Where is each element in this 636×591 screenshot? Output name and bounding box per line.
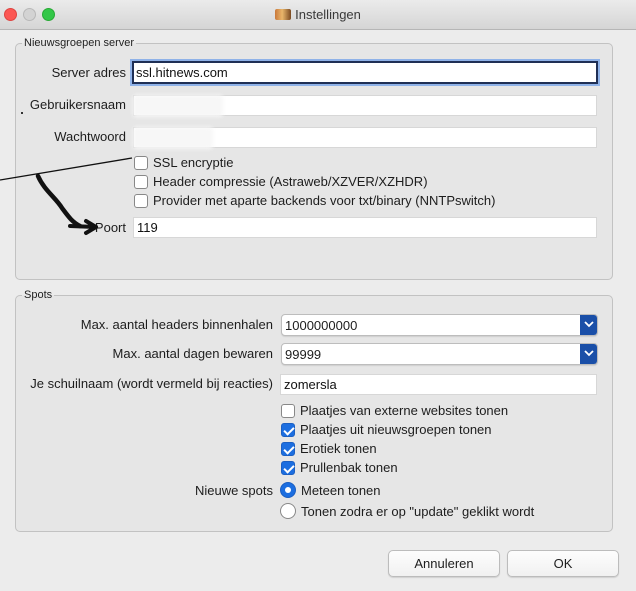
server-group-legend: Nieuwsgroepen server [24, 37, 135, 49]
newsgroup-images-checkbox-box[interactable] [281, 422, 295, 437]
ssl-checkbox-label: SSL encryptie [153, 155, 234, 170]
window-title: Instellingen [0, 7, 636, 22]
redacted-password [133, 127, 213, 149]
erotica-checkbox-label: Erotiek tonen [300, 441, 377, 456]
show-immediately-radio[interactable]: Meteen tonen [280, 482, 381, 498]
newsgroup-images-checkbox-label: Plaatjes uit nieuwsgroepen tonen [300, 422, 492, 437]
show-on-update-radio-label: Tonen zodra er op "update" geklikt wordt [301, 503, 535, 519]
header-compression-checkbox[interactable]: Header compressie (Astraweb/XZVER/XZHDR) [134, 174, 428, 189]
header-compression-checkbox-label: Header compressie (Astraweb/XZVER/XZHDR) [153, 174, 428, 189]
newsgroup-images-checkbox[interactable]: Plaatjes uit nieuwsgroepen tonen [281, 422, 492, 437]
server-address-label: Server adres [51, 65, 126, 80]
show-immediately-radio-label: Meteen tonen [301, 482, 381, 498]
external-images-checkbox-label: Plaatjes van externe websites tonen [300, 403, 509, 418]
external-images-checkbox[interactable]: Plaatjes van externe websites tonen [281, 403, 508, 418]
show-immediately-radio-dot[interactable] [280, 482, 296, 498]
chevron-down-icon[interactable] [580, 344, 597, 364]
show-on-update-radio-dot[interactable] [280, 503, 296, 519]
ok-button[interactable]: OK [507, 550, 619, 577]
max-headers-select[interactable]: 1000000000 [281, 314, 598, 336]
erotica-checkbox-box[interactable] [281, 441, 295, 456]
server-address-input[interactable] [132, 61, 598, 84]
new-spots-label: Nieuwe spots [194, 483, 273, 498]
provider-checkbox[interactable]: Provider met aparte backends voor txt/bi… [134, 193, 495, 208]
nickname-label: Je schuilnaam (wordt vermeld bij reactie… [30, 376, 273, 391]
ssl-checkbox[interactable]: SSL encryptie [134, 155, 233, 170]
erotica-checkbox[interactable]: Erotiek tonen [281, 441, 377, 456]
password-label: Wachtwoord [54, 129, 126, 144]
chevron-down-icon[interactable] [580, 315, 597, 335]
title-bar: Instellingen [0, 0, 636, 30]
spots-group-legend: Spots [24, 289, 53, 301]
window-title-text: Instellingen [295, 7, 361, 22]
annotation-arrow-icon [0, 157, 133, 235]
max-days-select[interactable]: 99999 [281, 343, 598, 365]
trash-checkbox-box[interactable] [281, 460, 295, 475]
max-days-value: 99999 [285, 347, 322, 362]
provider-checkbox-label: Provider met aparte backends voor txt/bi… [153, 193, 496, 208]
trash-checkbox-label: Prullenbak tonen [300, 460, 398, 475]
annotation-dot [21, 112, 23, 114]
app-icon [275, 9, 292, 20]
show-on-update-radio[interactable]: Tonen zodra er op "update" geklikt wordt [280, 503, 534, 519]
max-days-label: Max. aantal dagen bewaren [112, 346, 273, 361]
max-headers-label: Max. aantal headers binnenhalen [80, 317, 273, 332]
port-input[interactable] [133, 217, 597, 238]
external-images-checkbox-box[interactable] [281, 403, 295, 418]
max-headers-value: 1000000000 [285, 318, 358, 333]
nickname-input[interactable] [280, 374, 597, 395]
cancel-button[interactable]: Annuleren [388, 550, 500, 577]
username-label: Gebruikersnaam [29, 97, 126, 112]
trash-checkbox[interactable]: Prullenbak tonen [281, 460, 398, 475]
redacted-username [133, 95, 223, 117]
